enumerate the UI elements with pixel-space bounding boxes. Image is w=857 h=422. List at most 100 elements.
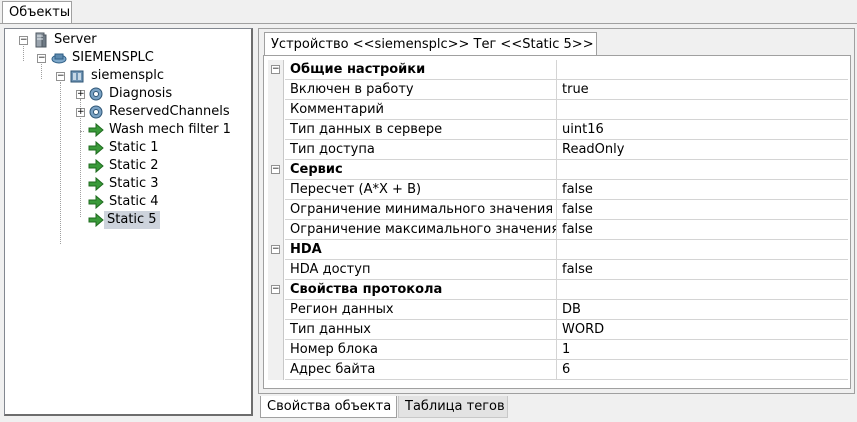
property-value[interactable]: false <box>557 180 848 200</box>
tree-node-tag[interactable]: Static 3 <box>5 175 245 193</box>
collapse-icon[interactable]: − <box>56 72 65 81</box>
tree-node-label: Static 5 <box>104 211 160 229</box>
tab-tag-table[interactable]: Таблица тегов <box>398 396 508 418</box>
grid-gutter: − <box>268 280 284 300</box>
property-value[interactable]: false <box>557 200 848 220</box>
tree-node-tag[interactable]: Wash mech filter 1 <box>5 121 245 139</box>
property-row[interactable]: Пересчет (A*X + B) false <box>268 180 848 200</box>
expand-icon[interactable]: + <box>76 90 85 99</box>
property-category[interactable]: − HDA <box>268 240 848 260</box>
tab-objects[interactable]: Объекты <box>2 1 72 23</box>
collapse-icon[interactable]: − <box>19 36 28 45</box>
property-name: HDA <box>285 240 557 260</box>
object-tree[interactable]: − Server − SIEMENSPLC − siemensplc + Dia… <box>4 28 253 416</box>
tree-node-tag[interactable]: Static 1 <box>5 139 245 157</box>
property-name: Тип данных <box>285 320 557 340</box>
property-value[interactable]: DB <box>557 300 848 320</box>
grid-gutter <box>268 320 284 340</box>
property-category[interactable]: − Свойства протокола <box>268 280 848 300</box>
property-name: Сервис <box>285 160 557 180</box>
tree-node-label: siemensplc <box>91 68 165 83</box>
arrow-right-icon <box>88 158 104 174</box>
tree-node-label: Diagnosis <box>109 86 173 101</box>
expand-icon[interactable]: + <box>76 108 85 117</box>
property-row[interactable]: Тип данных WORD <box>268 320 848 340</box>
arrow-right-icon <box>88 176 104 192</box>
grid-gutter <box>268 120 284 140</box>
property-name: Комментарий <box>285 100 557 120</box>
property-value[interactable]: 6 <box>557 360 848 380</box>
property-category[interactable]: − Сервис <box>268 160 848 180</box>
property-row[interactable]: Ограничение минимального значения false <box>268 200 848 220</box>
tree-node-tag-selected[interactable]: Static 5 <box>5 211 245 229</box>
collapse-icon[interactable]: − <box>37 54 46 63</box>
collapse-icon[interactable]: − <box>271 285 280 294</box>
property-row[interactable]: HDA доступ false <box>268 260 848 280</box>
property-name: Тип доступа <box>285 140 557 160</box>
tab-strip-divider <box>0 23 857 24</box>
tree-node-label: Static 1 <box>109 140 159 155</box>
property-name: Свойства протокола <box>285 280 557 300</box>
property-value[interactable]: uint16 <box>557 120 848 140</box>
property-name: Ограничение максимального значения <box>285 220 557 240</box>
device-icon <box>70 70 84 83</box>
tree-node-label: ReservedChannels <box>109 104 230 119</box>
property-row[interactable]: Регион данных DB <box>268 300 848 320</box>
property-row[interactable]: Адрес байта 6 <box>268 360 848 380</box>
grid-gutter <box>268 300 284 320</box>
tree-node-reserved-channels[interactable]: + ReservedChannels <box>5 103 245 121</box>
collapse-icon[interactable]: − <box>271 65 280 74</box>
grid-gutter <box>268 80 284 100</box>
grid-gutter <box>268 260 284 280</box>
tree-node-label: Server <box>54 32 97 47</box>
plc-driver-icon <box>51 53 67 64</box>
tree-node-label: Static 2 <box>109 158 159 173</box>
property-value[interactable] <box>557 100 848 120</box>
property-name: Пересчет (A*X + B) <box>285 180 557 200</box>
tree-node-tag[interactable]: Static 4 <box>5 193 245 211</box>
property-row[interactable]: Ограничение максимального значения false <box>268 220 848 240</box>
property-category[interactable]: − Общие настройки <box>268 60 848 80</box>
tree-node-device[interactable]: − siemensplc <box>5 67 245 85</box>
gear-icon <box>89 105 103 119</box>
arrow-right-icon <box>88 122 104 138</box>
tree-node-label: Wash mech filter 1 <box>109 122 231 137</box>
property-value <box>557 60 848 80</box>
grid-gutter <box>268 220 284 240</box>
property-value[interactable]: false <box>557 260 848 280</box>
tree-node-server[interactable]: − Server <box>5 31 245 49</box>
tab-device-tag[interactable]: Устройство <<siemensplc>> Тег <<Static 5… <box>264 32 597 55</box>
grid-gutter <box>268 140 284 160</box>
grid-gutter: − <box>268 240 284 260</box>
tree-node-label: Static 4 <box>109 194 159 209</box>
arrow-right-icon <box>88 140 104 156</box>
property-value[interactable]: true <box>557 80 848 100</box>
property-value <box>557 160 848 180</box>
grid-gutter: − <box>268 160 284 180</box>
property-name: Включен в работу <box>285 80 557 100</box>
tree-node-tag[interactable]: Static 2 <box>5 157 245 175</box>
property-row[interactable]: Включен в работу true <box>268 80 848 100</box>
property-value[interactable]: ReadOnly <box>557 140 848 160</box>
collapse-icon[interactable]: − <box>271 245 280 254</box>
grid-gutter <box>268 340 284 360</box>
server-icon <box>35 32 47 48</box>
property-row[interactable]: Номер блока 1 <box>268 340 848 360</box>
grid-gutter <box>268 360 284 380</box>
property-value <box>557 240 848 260</box>
property-row[interactable]: Тип доступа ReadOnly <box>268 140 848 160</box>
grid-gutter <box>268 100 284 120</box>
property-name: Общие настройки <box>285 60 557 80</box>
property-name: Ограничение минимального значения <box>285 200 557 220</box>
grid-gutter: − <box>268 60 284 80</box>
property-value[interactable]: false <box>557 220 848 240</box>
tree-node-diagnosis[interactable]: + Diagnosis <box>5 85 245 103</box>
arrow-right-icon <box>88 212 104 228</box>
collapse-icon[interactable]: − <box>271 165 280 174</box>
property-row[interactable]: Тип данных в сервере uint16 <box>268 120 848 140</box>
property-value[interactable]: 1 <box>557 340 848 360</box>
property-row[interactable]: Комментарий <box>268 100 848 120</box>
tab-object-properties[interactable]: Свойства объекта <box>260 396 397 418</box>
property-value[interactable]: WORD <box>557 320 848 340</box>
tree-node-plc-group[interactable]: − SIEMENSPLC <box>5 49 245 67</box>
